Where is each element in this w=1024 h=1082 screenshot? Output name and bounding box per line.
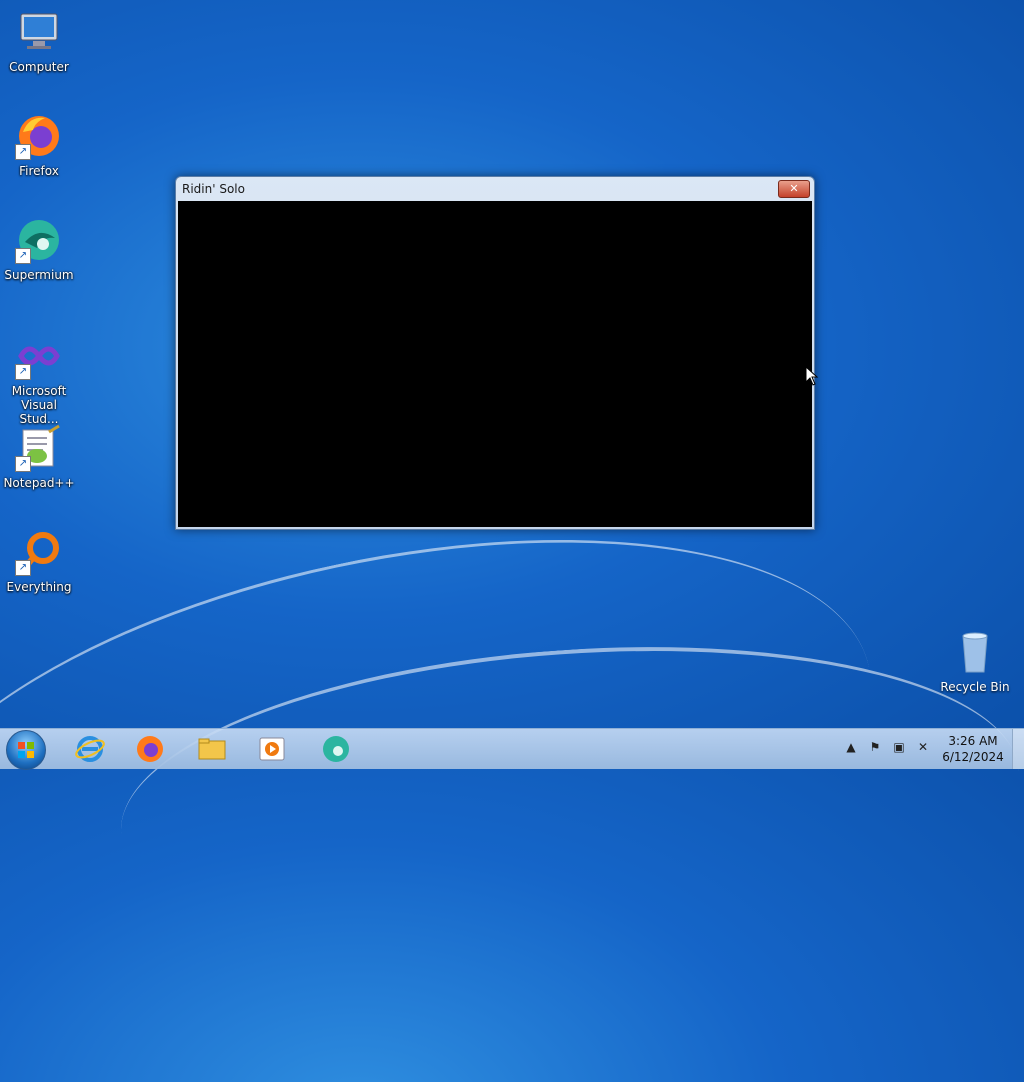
firefox-icon: ↗ xyxy=(15,112,63,160)
clock-time: 3:26 AM xyxy=(948,734,998,748)
taskbar-item-firefox[interactable] xyxy=(124,731,176,767)
desktop-icon-label: Computer xyxy=(9,60,69,74)
desktop-icon-computer[interactable]: Computer xyxy=(2,8,76,74)
mouse-cursor-icon xyxy=(805,366,819,386)
desktop-icon-firefox[interactable]: ↗ Firefox xyxy=(2,112,76,178)
wallpaper-swoosh xyxy=(110,618,1024,986)
volume-muted-icon[interactable]: ✕ xyxy=(914,740,932,758)
supermium-icon xyxy=(323,736,349,762)
everything-search-icon: ↗ xyxy=(15,528,63,576)
internet-explorer-icon xyxy=(75,736,105,762)
wallpaper-swoosh xyxy=(0,460,914,1082)
folder-icon xyxy=(198,738,226,760)
action-center-flag-icon[interactable]: ⚑ xyxy=(866,740,884,758)
taskbar-item-file-explorer[interactable] xyxy=(186,731,238,767)
desktop-icon-label: Recycle Bin xyxy=(940,680,1010,694)
notepad-plus-plus-icon: ↗ xyxy=(15,424,63,472)
media-player-window[interactable]: Ridin' Solo ✕ xyxy=(175,176,815,530)
window-title: Ridin' Solo xyxy=(182,182,245,196)
close-icon: ✕ xyxy=(789,182,799,195)
desktop-icon-label: Firefox xyxy=(19,164,59,178)
media-player-icon xyxy=(259,737,285,761)
recycle-bin-icon xyxy=(951,628,999,676)
computer-icon xyxy=(15,8,63,56)
desktop-icon-everything[interactable]: ↗ Everything xyxy=(2,528,76,594)
desktop-icon-label: Supermium xyxy=(4,268,74,282)
taskbar: ▲ ⚑ ▣ ✕ 3:26 AM 6/12/2024 xyxy=(0,728,1024,770)
show-desktop-button[interactable] xyxy=(1012,729,1024,769)
desktop-icon-label: Notepad++ xyxy=(3,476,75,490)
taskbar-item-media-player[interactable] xyxy=(246,731,298,767)
desktop-icon-label: Everything xyxy=(6,580,72,594)
clock-date: 6/12/2024 xyxy=(942,750,1004,764)
supermium-icon: ↗ xyxy=(15,216,63,264)
taskbar-item-internet-explorer[interactable] xyxy=(64,731,116,767)
network-icon[interactable]: ▣ xyxy=(890,740,908,758)
shortcut-arrow-icon: ↗ xyxy=(15,364,31,380)
window-titlebar[interactable]: Ridin' Solo ✕ xyxy=(176,177,814,199)
desktop-icon-visual-studio[interactable]: ↗ Microsoft Visual Stud... xyxy=(2,332,76,426)
desktop-icon-supermium[interactable]: ↗ Supermium xyxy=(2,216,76,282)
firefox-icon xyxy=(137,736,163,762)
desktop-icon-recycle-bin[interactable]: Recycle Bin xyxy=(940,628,1010,694)
system-clock[interactable]: 3:26 AM 6/12/2024 xyxy=(938,733,1008,765)
windows-logo-icon xyxy=(18,742,34,758)
start-button[interactable] xyxy=(6,730,46,770)
shortcut-arrow-icon: ↗ xyxy=(15,560,31,576)
taskbar-item-supermium[interactable] xyxy=(310,731,362,767)
show-hidden-icons-icon[interactable]: ▲ xyxy=(842,740,860,758)
video-area[interactable] xyxy=(178,201,812,527)
close-button[interactable]: ✕ xyxy=(778,180,810,198)
visual-studio-icon: ↗ xyxy=(15,332,63,380)
shortcut-arrow-icon: ↗ xyxy=(15,456,31,472)
desktop-icon-label: Microsoft Visual Stud... xyxy=(11,384,67,426)
shortcut-arrow-icon: ↗ xyxy=(15,144,31,160)
desktop-icon-notepad-plus-plus[interactable]: ↗ Notepad++ xyxy=(2,424,76,490)
shortcut-arrow-icon: ↗ xyxy=(15,248,31,264)
